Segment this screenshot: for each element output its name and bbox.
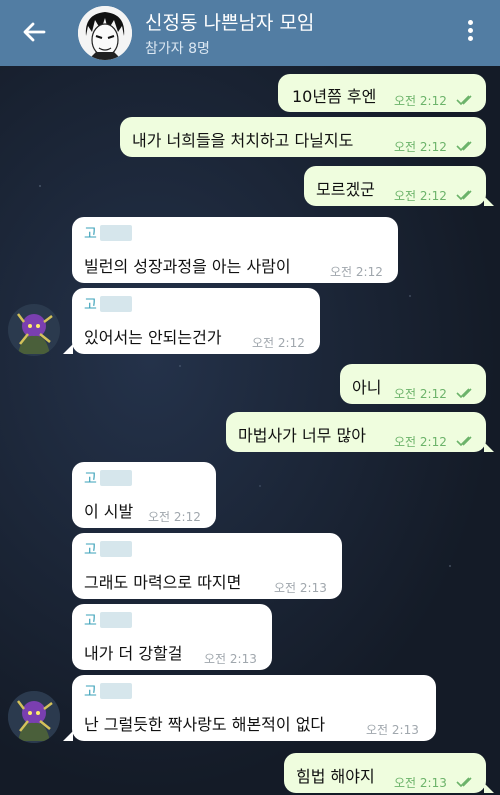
- message-bubble-outgoing[interactable]: 아니 오전 2:12: [340, 364, 486, 404]
- sender-avatar[interactable]: [8, 304, 60, 356]
- message-time: 오전 2:13: [394, 776, 447, 790]
- message-time: 오전 2:12: [394, 189, 447, 203]
- message-bubble-incoming[interactable]: 고 이 시발 오전 2:12: [72, 462, 216, 528]
- double-check-icon: [456, 141, 472, 152]
- sender-label: 고: [84, 539, 132, 559]
- sender-name: 고: [84, 226, 97, 242]
- sender-label: 고: [84, 610, 132, 630]
- message-text: 10년쯤 후엔: [292, 87, 377, 106]
- message-text: 있어서는 안되는건가: [84, 328, 222, 347]
- bubble-tail: [484, 196, 494, 206]
- double-check-icon: [456, 388, 472, 399]
- message-bubble-incoming[interactable]: 고 있어서는 안되는건가 오전 2:12: [72, 288, 320, 354]
- message-text: 힘법 해야지: [296, 767, 375, 786]
- message-time: 오전 2:13: [366, 723, 419, 737]
- message-text: 마법사가 너무 많아: [238, 426, 366, 445]
- redacted-name: [99, 541, 132, 557]
- sender-label: 고: [84, 294, 132, 314]
- message-text: 이 시발: [84, 502, 134, 521]
- message-text: 내가 너희들을 처치하고 다닐지도: [132, 131, 354, 150]
- message-text: 그래도 마력으로 따지면: [84, 573, 242, 592]
- double-check-icon: [456, 777, 472, 788]
- chat-header: 신정동 나쁜남자 모임 참가자 8명: [0, 0, 500, 66]
- message-bubble-outgoing[interactable]: 힘법 해야지 오전 2:13: [284, 753, 486, 793]
- chat-title[interactable]: 신정동 나쁜남자 모임: [145, 8, 314, 35]
- sender-name: 고: [84, 542, 97, 558]
- group-avatar[interactable]: [78, 6, 132, 60]
- bubble-tail: [63, 344, 73, 354]
- message-bubble-incoming[interactable]: 고 빌런의 성장과정을 아는 사람이 오전 2:12: [72, 217, 398, 283]
- sender-name: 고: [84, 613, 97, 629]
- redacted-name: [99, 612, 132, 628]
- message-bubble-outgoing[interactable]: 모르겠군 오전 2:12: [304, 166, 486, 206]
- message-bubble-outgoing[interactable]: 내가 너희들을 처치하고 다닐지도 오전 2:12: [120, 117, 486, 157]
- bubble-tail: [63, 731, 73, 741]
- message-text: 빌런의 성장과정을 아는 사람이: [84, 257, 291, 276]
- back-arrow-icon[interactable]: [20, 18, 48, 46]
- redacted-name: [99, 296, 132, 312]
- sender-name: 고: [84, 297, 97, 313]
- message-text: 난 그럴듯한 짝사랑도 해본적이 없다: [84, 715, 326, 734]
- message-time: 오전 2:13: [274, 581, 327, 595]
- sender-name: 고: [84, 471, 97, 487]
- message-time: 오전 2:12: [252, 336, 305, 350]
- message-time: 오전 2:12: [148, 510, 201, 524]
- message-time: 오전 2:12: [394, 435, 447, 449]
- sender-avatar[interactable]: [8, 691, 60, 743]
- message-time: 오전 2:12: [394, 94, 447, 108]
- more-vertical-icon[interactable]: [462, 20, 478, 46]
- message-bubble-outgoing[interactable]: 마법사가 너무 많아 오전 2:12: [226, 412, 486, 452]
- sender-label: 고: [84, 468, 132, 488]
- double-check-icon: [456, 95, 472, 106]
- message-time: 오전 2:13: [204, 652, 257, 666]
- redacted-name: [99, 683, 132, 699]
- message-bubble-outgoing[interactable]: 10년쯤 후엔 오전 2:12: [278, 74, 486, 112]
- message-time: 오전 2:12: [330, 265, 383, 279]
- message-time: 오전 2:12: [394, 387, 447, 401]
- sender-name: 고: [84, 684, 97, 700]
- message-time: 오전 2:12: [394, 140, 447, 154]
- message-bubble-incoming[interactable]: 고 내가 더 강할걸 오전 2:13: [72, 604, 272, 670]
- redacted-name: [99, 225, 132, 241]
- message-bubble-incoming[interactable]: 고 난 그럴듯한 짝사랑도 해본적이 없다 오전 2:13: [72, 675, 436, 741]
- message-text: 모르겠군: [316, 180, 375, 199]
- bubble-tail: [484, 442, 494, 452]
- message-bubble-incoming[interactable]: 고 그래도 마력으로 따지면 오전 2:13: [72, 533, 342, 599]
- double-check-icon: [456, 436, 472, 447]
- bubble-tail: [484, 783, 494, 793]
- message-text: 내가 더 강할걸: [84, 644, 183, 663]
- sender-label: 고: [84, 223, 132, 243]
- redacted-name: [99, 470, 132, 486]
- sender-label: 고: [84, 681, 132, 701]
- participant-count: 참가자 8명: [145, 41, 210, 57]
- double-check-icon: [456, 190, 472, 201]
- message-text: 아니: [352, 378, 382, 397]
